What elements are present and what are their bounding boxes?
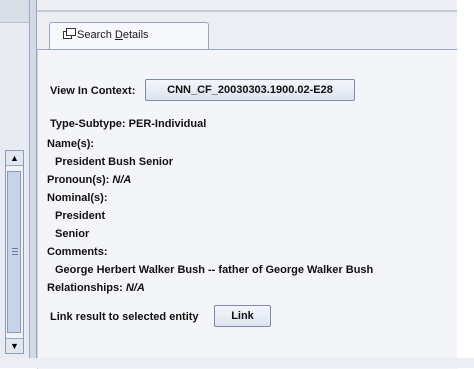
scroll-down-arrow-icon[interactable]: ▼ <box>6 338 23 353</box>
application-window: ▲ ▼ Search Details View In Context: CNN_… <box>0 0 474 369</box>
splitter[interactable] <box>30 0 37 368</box>
view-in-context-button[interactable]: CNN_CF_20030303.1900.02-E28 <box>145 79 355 101</box>
vertical-scrollbar[interactable]: ▲ ▼ <box>5 150 24 354</box>
link-button[interactable]: Link <box>214 305 271 327</box>
pronouns-label: Pronoun(s): N/A <box>47 174 132 186</box>
tab-strip: Search Details <box>37 0 474 50</box>
relationships-label: Relationships: N/A <box>47 282 145 294</box>
nominals-label: Nominal(s): <box>47 192 108 204</box>
name-value: President Bush Senior <box>55 156 173 168</box>
relationships-value: N/A <box>125 282 145 294</box>
left-pane-header <box>0 0 29 23</box>
tab-label: Search Details <box>77 29 149 41</box>
scrollbar-grip-icon <box>12 248 18 257</box>
view-in-context-label: View In Context: <box>50 85 136 97</box>
link-result-label: Link result to selected entity <box>50 311 199 323</box>
type-subtype-label: Type-Subtype: PER-Individual <box>50 118 207 130</box>
window-icon <box>63 28 76 39</box>
right-margin <box>457 0 474 368</box>
nominal-value: Senior <box>55 228 90 240</box>
nominal-value: President <box>55 210 106 222</box>
left-pane: ▲ ▼ <box>0 0 30 368</box>
tab-search-details[interactable]: Search Details <box>49 22 209 49</box>
tab-strip-rule <box>37 10 474 12</box>
names-label: Name(s): <box>47 138 95 150</box>
scroll-up-arrow-icon[interactable]: ▲ <box>6 151 23 166</box>
type-subtype-value: PER-Individual <box>128 118 207 130</box>
bottom-margin <box>0 358 474 368</box>
pronouns-value: N/A <box>112 174 132 186</box>
scrollbar-thumb[interactable] <box>7 171 21 333</box>
comments-label: Comments: <box>47 246 108 258</box>
comments-value: George Herbert Walker Bush -- father of … <box>55 264 374 276</box>
